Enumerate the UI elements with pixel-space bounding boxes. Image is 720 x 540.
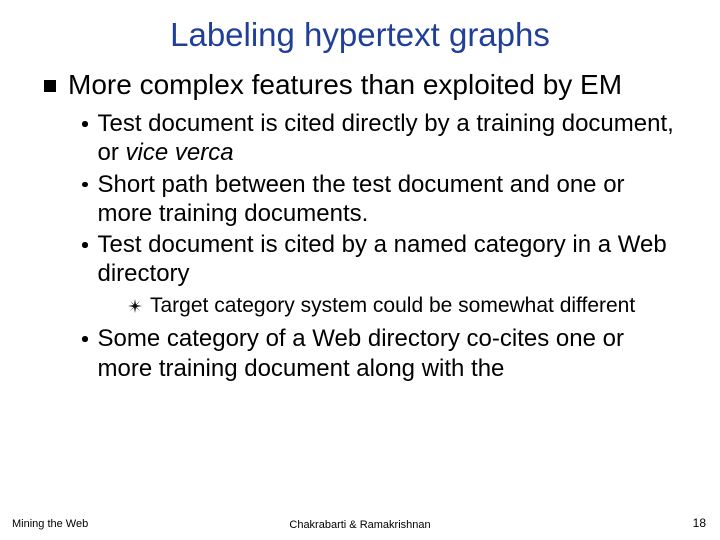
dot-bullet-icon [82,336,88,342]
bullet-level3-text: Target category system could be somewhat… [150,293,635,319]
bullet-level2-text: Short path between the test document and… [98,170,685,229]
bullet-level1-text: More complex features than exploited by … [68,68,622,101]
bullet-level2-text: Test document is cited by a named catego… [98,230,685,289]
dot-bullet-icon [82,182,88,188]
bullet-level2-text: Some category of a Web directory co-cite… [98,324,685,383]
text-fragment-italic: vice verca [126,139,234,166]
square-bullet-icon [44,80,56,92]
bullet-level3: Target category system could be somewhat… [128,293,684,319]
bullet-level2-text: Test document is cited directly by a tra… [98,109,685,168]
footer-center: Chakrabarti & Ramakrishnan [289,519,430,531]
footer-left: Mining the Web [12,518,88,530]
bullet-level2: Short path between the test document and… [82,170,684,229]
bullet-level2: Test document is cited by a named catego… [82,230,684,289]
dot-bullet-icon [82,242,88,248]
bullet-level2: Some category of a Web directory co-cite… [82,324,684,383]
bullet-level2: Test document is cited directly by a tra… [82,109,684,168]
slide-number: 18 [693,516,706,530]
starburst-bullet-icon [128,299,142,313]
dot-bullet-icon [82,121,88,127]
slide-title: Labeling hypertext graphs [36,16,684,54]
bullet-level1: More complex features than exploited by … [44,68,684,101]
